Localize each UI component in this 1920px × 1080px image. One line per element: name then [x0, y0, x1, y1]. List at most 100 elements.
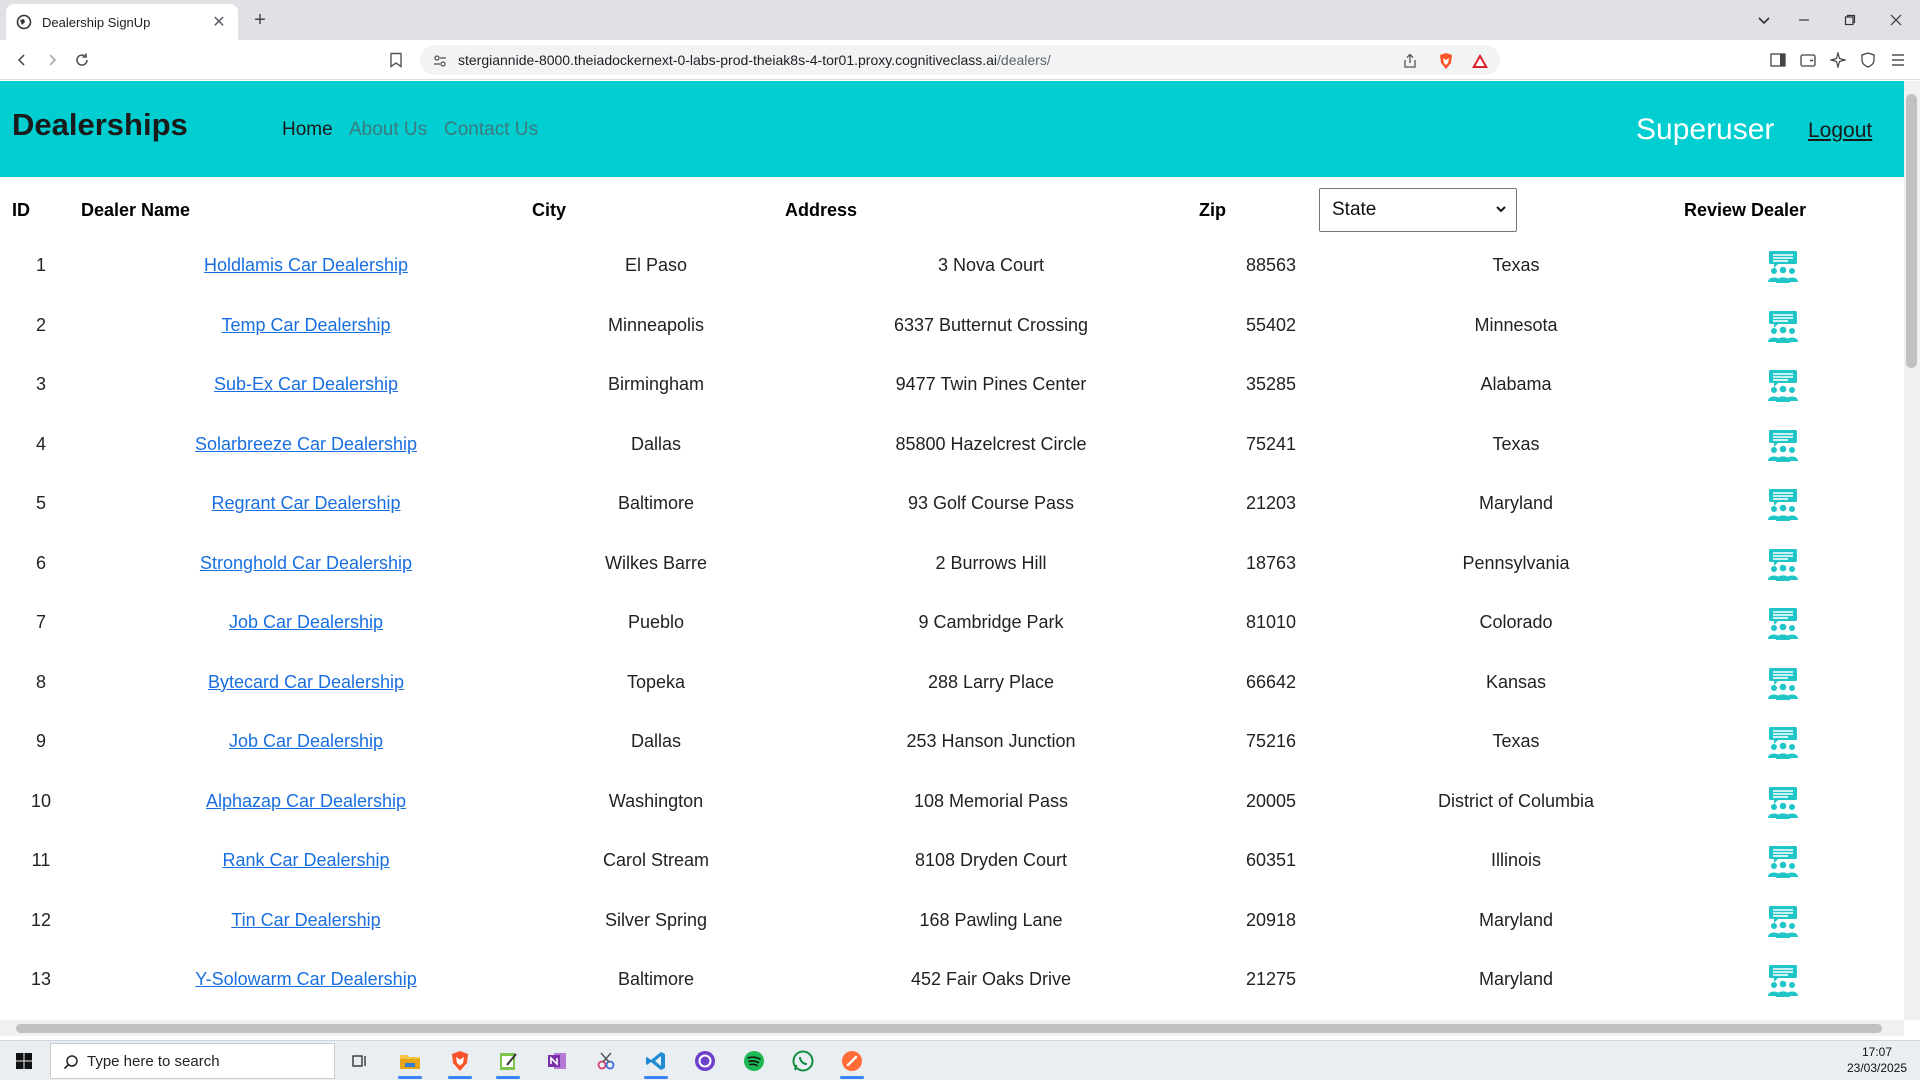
- url-host: stergiannide-8000.theiadockernext-0-labs…: [458, 52, 998, 68]
- cell-state: Maryland: [1478, 969, 1554, 989]
- review-dealer-icon[interactable]: [1766, 845, 1800, 879]
- cell-address: 3 Nova Court: [937, 255, 1045, 275]
- review-dealer-icon[interactable]: [1766, 667, 1800, 701]
- cell-state: Kansas: [1485, 671, 1547, 692]
- brave-browser-icon[interactable]: [444, 1045, 476, 1079]
- sidebar-icon[interactable]: [1766, 48, 1790, 72]
- vertical-scroll-thumb[interactable]: [1906, 94, 1917, 368]
- dealer-name-link[interactable]: Holdlamis Car Dealership: [204, 255, 408, 275]
- review-dealer-icon[interactable]: [1766, 726, 1800, 760]
- brave-rewards-icon[interactable]: [1470, 51, 1490, 71]
- review-dealer-icon[interactable]: [1766, 786, 1800, 820]
- system-clock[interactable]: 17:07 23/03/2025: [1840, 1044, 1914, 1076]
- github-desktop-icon[interactable]: [689, 1045, 721, 1077]
- taskbar-search-input[interactable]: Type here to search: [50, 1043, 335, 1079]
- username-label: Superuser: [1636, 113, 1775, 146]
- dealer-name-link[interactable]: Sub-Ex Car Dealership: [214, 374, 398, 394]
- leo-ai-icon[interactable]: [1826, 48, 1850, 72]
- active-indicator: [644, 1076, 668, 1079]
- active-indicator: [496, 1076, 520, 1079]
- bookmark-icon[interactable]: [384, 48, 408, 72]
- cell-zip: 35285: [1245, 374, 1297, 394]
- dealer-name-link[interactable]: Solarbreeze Car Dealership: [195, 434, 417, 454]
- header-zip: Zip: [1199, 200, 1226, 220]
- nav-contact-us[interactable]: Contact Us: [444, 119, 538, 141]
- review-dealer-icon[interactable]: [1766, 250, 1800, 284]
- cell-id: 3: [35, 374, 46, 394]
- reload-icon[interactable]: [70, 48, 94, 72]
- dealer-name-link[interactable]: Temp Car Dealership: [221, 315, 390, 335]
- dealer-name-link[interactable]: Bytecard Car Dealership: [208, 672, 404, 692]
- dealer-name-link[interactable]: Y-Solowarm Car Dealership: [195, 969, 416, 989]
- restore-icon[interactable]: [1830, 6, 1870, 34]
- vscode-icon[interactable]: [640, 1045, 672, 1079]
- file-explorer-icon[interactable]: [394, 1045, 426, 1079]
- cell-city: Dallas: [630, 433, 682, 454]
- tab-close-icon[interactable]: ✕: [210, 12, 228, 32]
- review-dealer-icon[interactable]: [1766, 429, 1800, 463]
- cell-city: Baltimore: [617, 969, 695, 989]
- onenote-icon[interactable]: [541, 1045, 573, 1077]
- table-row: 6 Stronghold Car Dealership Wilkes Barre 2 …: [6, 534, 1904, 592]
- address-bar[interactable]: stergiannide-8000.theiadockernext-0-labs…: [420, 45, 1500, 75]
- wallet-icon[interactable]: [1796, 48, 1820, 72]
- site-settings-icon[interactable]: [430, 51, 450, 71]
- search-icon: [63, 1055, 78, 1070]
- close-window-icon[interactable]: [1876, 6, 1916, 34]
- dealer-name-link[interactable]: Alphazap Car Dealership: [206, 791, 406, 811]
- menu-icon[interactable]: [1886, 48, 1910, 72]
- cell-address: 108 Memorial Pass: [913, 790, 1069, 811]
- cell-id: 9: [35, 731, 46, 751]
- horizontal-scroll-thumb[interactable]: [16, 1024, 1882, 1033]
- dealer-name-link[interactable]: Rank Car Dealership: [222, 850, 389, 870]
- windows-start-icon[interactable]: [8, 1045, 40, 1077]
- state-filter-select[interactable]: State: [1319, 188, 1517, 232]
- cell-dealer-name: Tin Car Dealership: [126, 891, 486, 949]
- review-dealer-icon[interactable]: [1766, 310, 1800, 344]
- nav-about-us[interactable]: About Us: [349, 119, 427, 141]
- cell-zip: 55402: [1245, 314, 1297, 335]
- brand-title[interactable]: Dealerships: [12, 107, 188, 143]
- cell-dealer-name: Rank Car Dealership: [126, 831, 486, 889]
- table-row: 10 Alphazap Car Dealership Washington 108 M…: [6, 772, 1904, 830]
- dealer-name-link[interactable]: Regrant Car Dealership: [211, 493, 400, 513]
- review-dealer-icon[interactable]: [1766, 488, 1800, 522]
- cell-id: 12: [30, 909, 52, 930]
- dealer-name-link[interactable]: Job Car Dealership: [229, 612, 383, 632]
- active-indicator: [398, 1076, 422, 1079]
- spotify-icon[interactable]: [738, 1045, 770, 1077]
- cell-address: 9477 Twin Pines Center: [895, 374, 1087, 394]
- new-tab-icon[interactable]: +: [248, 8, 272, 32]
- review-dealer-icon[interactable]: [1766, 369, 1800, 403]
- browser-tab[interactable]: Dealership SignUp ✕: [6, 4, 238, 40]
- tab-search-icon[interactable]: [1744, 6, 1784, 34]
- nav-home[interactable]: Home: [282, 119, 333, 141]
- snipping-tool-icon[interactable]: [590, 1045, 622, 1077]
- dealer-name-link[interactable]: Tin Car Dealership: [231, 910, 380, 930]
- logout-link[interactable]: Logout: [1808, 119, 1872, 143]
- app-navbar: Dealerships Home About Us Contact Us Sup…: [0, 81, 1904, 177]
- review-dealer-icon[interactable]: [1766, 607, 1800, 641]
- table-row: 3 Sub-Ex Car Dealership Birmingham 9477 Twi…: [6, 355, 1904, 413]
- task-view-icon[interactable]: [344, 1045, 376, 1077]
- whatsapp-icon[interactable]: [787, 1045, 819, 1077]
- table-row: 8 Bytecard Car Dealership Topeka 288 Larry …: [6, 653, 1904, 711]
- forward-icon[interactable]: [40, 48, 64, 72]
- notepad-icon[interactable]: [492, 1045, 524, 1079]
- review-dealer-icon[interactable]: [1766, 548, 1800, 582]
- cell-dealer-name: Regrant Car Dealership: [126, 474, 486, 532]
- dealer-name-link[interactable]: Stronghold Car Dealership: [200, 553, 412, 573]
- minimize-icon[interactable]: [1784, 6, 1824, 34]
- brave-shield-icon[interactable]: [1436, 51, 1456, 71]
- vpn-icon[interactable]: [1856, 48, 1880, 72]
- review-dealer-icon[interactable]: [1766, 964, 1800, 998]
- active-indicator: [840, 1076, 864, 1079]
- dealers-table: ID Dealer Name City Address Zip State Re…: [6, 182, 1904, 1020]
- share-icon[interactable]: [1400, 51, 1420, 71]
- table-row: 9 Job Car Dealership Dallas 253 Hanson Junc…: [6, 712, 1904, 770]
- postman-icon[interactable]: [836, 1045, 868, 1079]
- dealer-name-link[interactable]: Job Car Dealership: [229, 731, 383, 751]
- back-icon[interactable]: [10, 48, 34, 72]
- review-dealer-icon[interactable]: [1766, 905, 1800, 939]
- clock-time: 17:07: [1861, 1045, 1893, 1059]
